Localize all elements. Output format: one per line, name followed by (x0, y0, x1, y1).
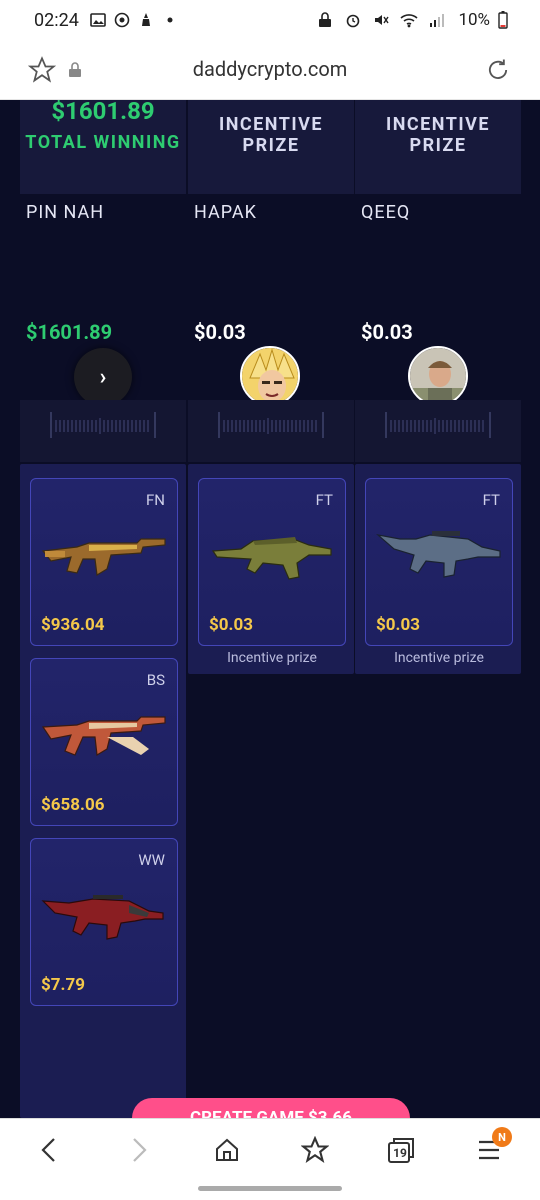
tabs-count: 19 (393, 1146, 407, 1160)
item-card[interactable]: WW $7.79 (30, 838, 178, 1006)
avatar[interactable] (408, 346, 468, 406)
rifle-ak47-image (41, 538, 166, 576)
avatar[interactable] (240, 346, 300, 406)
battle-page: $1601.89 TOTAL WINNING PIN NAH $1601.89 … (0, 100, 540, 1118)
create-game-button[interactable]: CREATE GAME $3.66 (132, 1098, 410, 1118)
total-winning-amount-header: $1601.89 (51, 100, 155, 125)
player-column-3: INCENTIVE PRIZE (355, 100, 521, 194)
app-notification-icon (137, 11, 155, 29)
lock-status-icon (316, 11, 334, 29)
item-price: $7.79 (41, 975, 85, 995)
back-arrow-icon[interactable] (34, 1135, 64, 1165)
item-price: $0.03 (209, 615, 253, 635)
player-amount-1: $1601.89 (26, 320, 113, 344)
next-round-button[interactable]: › (74, 348, 132, 406)
item-price: $658.06 (41, 795, 105, 815)
signal-icon (428, 11, 446, 29)
player-name-2: HAPAK (194, 202, 257, 223)
item-wear: FN (146, 491, 165, 509)
spinner-ruler-2 (218, 412, 324, 438)
player-column-1: $1601.89 TOTAL WINNING (20, 100, 186, 194)
incentive-label-line1: INCENTIVE (385, 114, 491, 135)
item-wear: FT (315, 491, 333, 509)
forward-arrow-icon[interactable] (124, 1135, 154, 1165)
item-wear: BS (146, 671, 165, 689)
browser-bottom-nav: 19 N (0, 1118, 540, 1178)
spinner-ruler-1 (50, 412, 156, 438)
status-right: 10% (316, 10, 518, 30)
incentive-label-line2: PRIZE (409, 135, 467, 156)
rifle-ak47-image (41, 716, 166, 756)
item-card[interactable]: FN $936.04 (30, 478, 178, 646)
notification-app-icon (113, 11, 131, 29)
bookmarks-icon[interactable] (300, 1135, 330, 1165)
item-card[interactable]: FT $0.03 (198, 478, 346, 646)
browser-url-bar: daddycrypto.com (0, 40, 540, 100)
incentive-prize-note: Incentive prize (394, 650, 484, 666)
tabs-icon[interactable]: 19 (386, 1135, 416, 1165)
item-card[interactable]: FT $0.03 (365, 478, 513, 646)
incentive-prize-note: Incentive prize (227, 650, 317, 666)
item-card[interactable]: BS $658.06 (30, 658, 178, 826)
items-list-3: FT $0.03 Incentive prize (355, 464, 521, 674)
battery-icon (494, 11, 512, 29)
rifle-m4a4-image (41, 895, 164, 940)
player-name-3: QEEQ (361, 202, 411, 223)
items-list-1: FN $936.04 BS $658.06 WW $7.79 (20, 464, 186, 1118)
incentive-label-line1: INCENTIVE (218, 114, 324, 135)
total-winning-label: TOTAL WINNING (25, 132, 181, 153)
rifle-famas-image (211, 537, 332, 580)
item-price: $0.03 (376, 615, 420, 635)
more-notifications-dot-icon (161, 11, 179, 29)
home-icon[interactable] (212, 1135, 242, 1165)
incentive-label-line2: PRIZE (242, 135, 300, 156)
status-time: 02:24 (34, 9, 79, 31)
home-indicator (198, 1186, 342, 1191)
gallery-icon (89, 11, 107, 29)
menu-badge: N (492, 1127, 512, 1147)
url-text[interactable]: daddycrypto.com (0, 57, 540, 81)
column-3-header: INCENTIVE PRIZE (355, 100, 521, 194)
menu-icon[interactable]: N (474, 1127, 512, 1165)
item-wear: WW (138, 851, 165, 869)
spinner-ruler-3 (385, 412, 491, 438)
reload-icon[interactable] (484, 56, 512, 88)
item-wear: FT (482, 491, 500, 509)
column-1-header: $1601.89 TOTAL WINNING (20, 100, 186, 194)
alarm-icon (344, 11, 362, 29)
wifi-icon (400, 11, 418, 29)
player-amount-3: $0.03 (361, 320, 413, 344)
player-column-2: INCENTIVE PRIZE (188, 100, 354, 194)
player-name-1: PIN NAH (26, 202, 105, 223)
rifle-m4-image (375, 531, 501, 578)
player-amount-2: $0.03 (194, 320, 246, 344)
battery-level: 10% (458, 10, 490, 30)
item-price: $936.04 (41, 615, 105, 635)
mute-icon (372, 11, 390, 29)
column-2-header: INCENTIVE PRIZE (188, 100, 354, 194)
status-bar: 02:24 10% (0, 0, 540, 40)
items-list-2: FT $0.03 Incentive prize (188, 464, 354, 674)
